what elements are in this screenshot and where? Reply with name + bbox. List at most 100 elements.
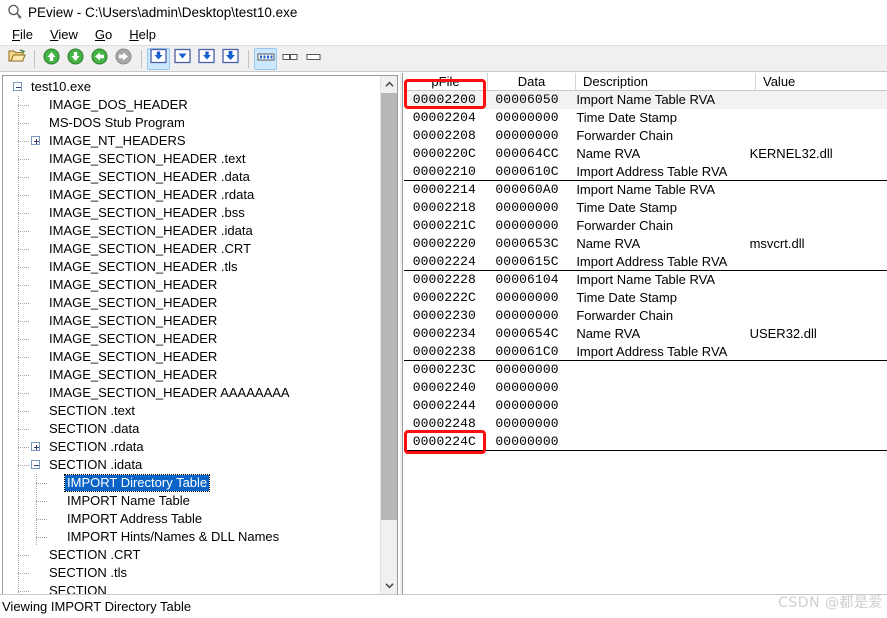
tree-item[interactable]: IMAGE_SECTION_HEADER AAAAAAAA: [3, 384, 380, 402]
tree-item[interactable]: IMAGE_DOS_HEADER: [3, 96, 380, 114]
tree-item-label: IMAGE_SECTION_HEADER: [49, 295, 218, 310]
table-row[interactable]: 0000224C 00000000: [404, 433, 887, 451]
table-row[interactable]: 00002214 000060A0 Import Name Table RVA: [404, 181, 887, 199]
view-bytes-button[interactable]: [147, 47, 170, 70]
table-row[interactable]: 00002244 00000000: [404, 397, 887, 415]
view-qwords-button[interactable]: [219, 48, 242, 70]
tree-item[interactable]: IMAGE_SECTION_HEADER: [3, 330, 380, 348]
tree-item[interactable]: IMPORT Hints/Names & DLL Names: [3, 528, 380, 546]
cell-data: 00000000: [495, 110, 559, 125]
column-header-pfile[interactable]: pFile: [404, 73, 488, 90]
table-row[interactable]: 00002200 00006050 Import Name Table RVA: [404, 91, 887, 109]
tree-item[interactable]: IMAGE_SECTION_HEADER: [3, 312, 380, 330]
tree-item-label: IMAGE_SECTION_HEADER: [49, 331, 218, 346]
table-row[interactable]: 00002234 0000654C Name RVA USER32.dll: [404, 325, 887, 343]
expand-icon[interactable]: [31, 442, 40, 451]
tree-gutter: [3, 312, 47, 330]
tree-item-label: IMAGE_SECTION_HEADER .CRT: [49, 241, 252, 256]
open-folder-icon: [8, 48, 26, 69]
go-forward-button[interactable]: [112, 48, 135, 70]
scroll-up-button[interactable]: [381, 76, 397, 93]
tree-item[interactable]: IMAGE_SECTION_HEADER .text: [3, 150, 380, 168]
tree-item[interactable]: IMAGE_SECTION_HEADER .data: [3, 168, 380, 186]
tree-item[interactable]: IMAGE_SECTION_HEADER: [3, 348, 380, 366]
tree-item[interactable]: IMPORT Name Table: [3, 492, 380, 510]
cell-value: USER32.dll: [749, 326, 817, 341]
menu-item-view[interactable]: View: [42, 26, 87, 43]
tree-item[interactable]: SECTION: [3, 582, 380, 594]
table-row[interactable]: 00002208 00000000 Forwarder Chain: [404, 127, 887, 145]
cell-pfile: 0000221C: [412, 218, 476, 233]
two-columns-button[interactable]: [278, 48, 301, 70]
table-row[interactable]: 00002204 00000000 Time Date Stamp: [404, 109, 887, 127]
cell-description: Name RVA: [576, 326, 641, 341]
cell-value: [743, 289, 887, 307]
tree-gutter: [3, 294, 47, 312]
table-row[interactable]: 00002230 00000000 Forwarder Chain: [404, 307, 887, 325]
table-row[interactable]: 00002238 000061C0 Import Address Table RVA: [404, 343, 887, 361]
tree-item[interactable]: SECTION .data: [3, 420, 380, 438]
tree-item[interactable]: IMPORT Directory Table: [3, 474, 380, 492]
tree-item[interactable]: MS-DOS Stub Program: [3, 114, 380, 132]
column-header-description[interactable]: Description: [576, 73, 756, 90]
collapse-icon[interactable]: [13, 82, 22, 91]
tree-gutter: [3, 168, 47, 186]
toolbar: [0, 45, 887, 72]
tree-item[interactable]: IMAGE_SECTION_HEADER .rdata: [3, 186, 380, 204]
tree-item[interactable]: IMAGE_SECTION_HEADER: [3, 276, 380, 294]
tree-item[interactable]: IMAGE_SECTION_HEADER: [3, 294, 380, 312]
menu-item-go[interactable]: Go: [87, 26, 121, 43]
tree-item-label: IMAGE_SECTION_HEADER: [49, 313, 218, 328]
arrow-forward-gray-icon: [115, 48, 132, 70]
tree-item[interactable]: IMPORT Address Table: [3, 510, 380, 528]
table-row[interactable]: 00002240 00000000: [404, 379, 887, 397]
scroll-down-button[interactable]: [381, 577, 397, 594]
table-row[interactable]: 00002218 00000000 Time Date Stamp: [404, 199, 887, 217]
tree-item[interactable]: SECTION .rdata: [3, 438, 380, 456]
view-words-button[interactable]: [171, 48, 194, 70]
one-column-button[interactable]: [302, 48, 325, 70]
column-header-data[interactable]: Data: [488, 73, 576, 90]
cell-value: [743, 397, 887, 415]
table-row[interactable]: 00002228 00006104 Import Name Table RVA: [404, 271, 887, 289]
table-row[interactable]: 0000221C 00000000 Forwarder Chain: [404, 217, 887, 235]
table-row[interactable]: 00002224 0000615C Import Address Table RVA: [404, 253, 887, 271]
tree-gutter: [3, 492, 65, 510]
table-row[interactable]: 00002248 00000000: [404, 415, 887, 433]
table-row[interactable]: 0000222C 00000000 Time Date Stamp: [404, 289, 887, 307]
expand-icon[interactable]: [31, 136, 40, 145]
tree-vertical-scrollbar[interactable]: [380, 76, 397, 594]
tree-item[interactable]: IMAGE_SECTION_HEADER .tls: [3, 258, 380, 276]
tree-item[interactable]: IMAGE_SECTION_HEADER .CRT: [3, 240, 380, 258]
collapse-icon[interactable]: [31, 460, 40, 469]
tree-item[interactable]: test10.exe: [3, 78, 380, 96]
tree-item[interactable]: SECTION .tls: [3, 564, 380, 582]
panel-divider[interactable]: [400, 73, 403, 594]
table-row[interactable]: 0000223C 00000000: [404, 361, 887, 379]
tree-item[interactable]: SECTION .text: [3, 402, 380, 420]
tree-item[interactable]: SECTION .CRT: [3, 546, 380, 564]
open-file-button[interactable]: [5, 48, 28, 70]
view-dwords-button[interactable]: [195, 48, 218, 70]
scroll-thumb[interactable]: [381, 93, 397, 520]
tree-item[interactable]: IMAGE_SECTION_HEADER: [3, 366, 380, 384]
status-bar: Viewing IMPORT Directory Table: [0, 594, 887, 618]
go-down-button[interactable]: [64, 48, 87, 70]
tree-item[interactable]: IMAGE_SECTION_HEADER .bss: [3, 204, 380, 222]
tree-item[interactable]: SECTION .idata: [3, 456, 380, 474]
tree-item[interactable]: IMAGE_SECTION_HEADER .idata: [3, 222, 380, 240]
tree-item[interactable]: IMAGE_NT_HEADERS: [3, 132, 380, 150]
cell-data: 000061C0: [495, 344, 559, 359]
table-row[interactable]: 00002210 0000610C Import Address Table RVA: [404, 163, 887, 181]
go-back-button[interactable]: [88, 48, 111, 70]
column-header-value[interactable]: Value: [756, 73, 876, 90]
menu-item-file[interactable]: File: [4, 26, 42, 43]
window-title: PEview - C:\Users\admin\Desktop\test10.e…: [28, 4, 298, 20]
table-row[interactable]: 00002220 0000653C Name RVA msvcrt.dll: [404, 235, 887, 253]
table-row[interactable]: 0000220C 000064CC Name RVA KERNEL32.dll: [404, 145, 887, 163]
cell-value: [743, 109, 887, 127]
full-columns-button[interactable]: [254, 47, 277, 70]
go-up-button[interactable]: [40, 48, 63, 70]
menu-item-help[interactable]: Help: [121, 26, 165, 43]
arrow-down-green-icon: [67, 48, 84, 70]
